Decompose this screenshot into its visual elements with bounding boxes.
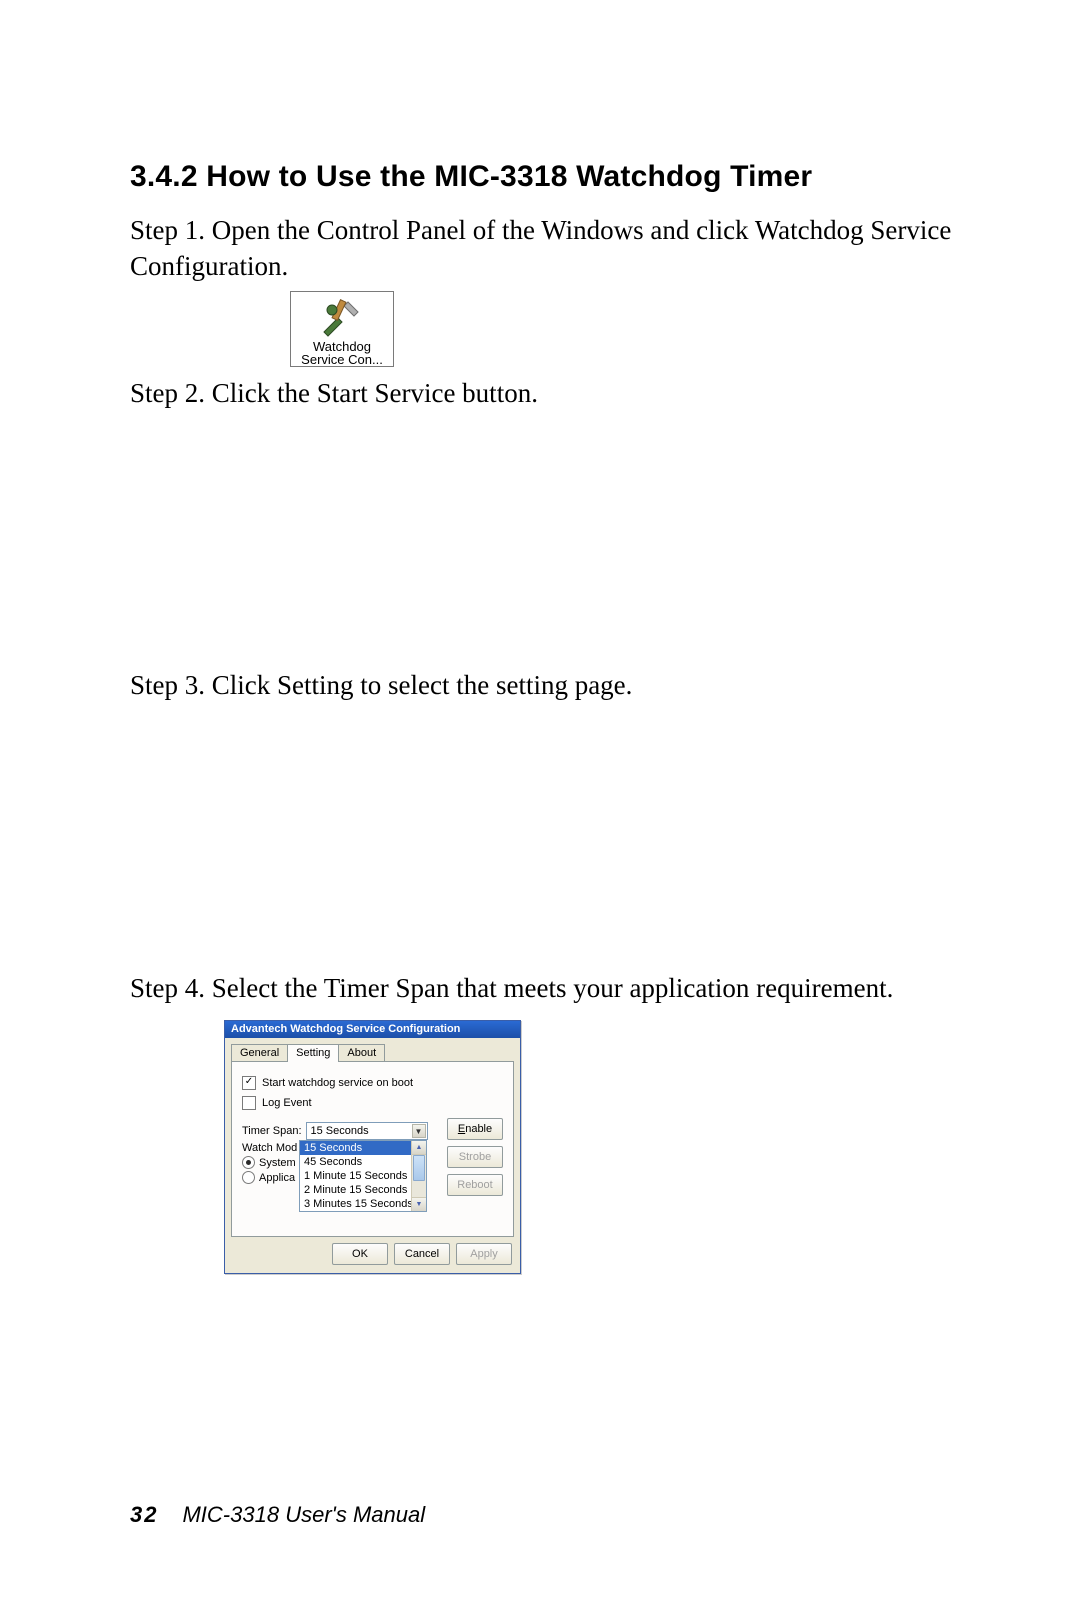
dialog-button-row: OK Cancel Apply [225,1243,520,1273]
manual-page: 3.4.2 How to Use the MIC-3318 Watchdog T… [0,0,1080,1618]
apply-button[interactable]: Apply [456,1243,512,1265]
dropdown-option[interactable]: 1 Minute 15 Seconds [300,1169,426,1183]
ok-button[interactable]: OK [332,1243,388,1265]
spacer [130,417,960,667]
watch-mode-system-radio[interactable] [242,1156,255,1169]
log-event-checkbox[interactable] [242,1096,256,1110]
timer-span-dropdown[interactable]: 15 Seconds 45 Seconds 1 Minute 15 Second… [299,1140,427,1212]
start-on-boot-label: Start watchdog service on boot [262,1077,413,1089]
footer-text: MIC-3318 User's Manual [182,1502,425,1528]
step-3-text: Step 3. Click Setting to select the sett… [130,667,960,703]
watchdog-config-dialog: Advantech Watchdog Service Configuration… [224,1020,521,1274]
tab-about[interactable]: About [338,1044,385,1061]
dropdown-option[interactable]: 2 Minute 15 Seconds [300,1183,426,1197]
section-heading: 3.4.2 How to Use the MIC-3318 Watchdog T… [130,160,960,194]
watchdog-service-icon-block[interactable]: Watchdog Service Con... [290,291,394,367]
scroll-up-icon[interactable]: ▲ [412,1141,426,1155]
timer-span-combo[interactable]: 15 Seconds ▼ [306,1122,428,1140]
dropdown-option[interactable]: 15 Seconds [300,1141,426,1155]
log-event-label: Log Event [262,1097,312,1109]
combo-selected-value: 15 Seconds [311,1125,369,1137]
strobe-button[interactable]: Strobe [447,1146,503,1168]
page-footer: 32 MIC-3318 User's Manual [130,1502,425,1528]
setting-panel: ✓ Start watchdog service on boot Log Eve… [231,1061,514,1237]
step-1-text: Step 1. Open the Control Panel of the Wi… [130,212,960,285]
side-buttons: Enable Strobe Reboot [447,1118,503,1196]
dropdown-scrollbar[interactable]: ▲ ▼ [411,1141,426,1211]
chevron-down-icon[interactable]: ▼ [412,1124,426,1138]
enable-button[interactable]: Enable [447,1118,503,1140]
step-2-text: Step 2. Click the Start Service button. [130,375,960,411]
watch-mode-group: Watch Mod System Applica [242,1142,297,1184]
dialog-title-bar: Advantech Watchdog Service Configuration [225,1021,520,1038]
icon-caption-line1: Watchdog [291,340,393,353]
watch-mode-application-label: Applica [259,1172,295,1184]
scroll-down-icon[interactable]: ▼ [412,1197,426,1211]
page-number: 32 [130,1502,158,1528]
dropdown-option[interactable]: 3 Minutes 15 Seconds [300,1197,426,1211]
watch-mode-system-label: System [259,1157,296,1169]
tab-strip: General Setting About [225,1038,520,1061]
spacer [130,710,960,970]
start-on-boot-checkbox[interactable]: ✓ [242,1076,256,1090]
timer-span-label: Timer Span: [242,1125,302,1137]
watch-mode-application-radio[interactable] [242,1171,255,1184]
tools-icon [318,296,366,338]
scroll-thumb[interactable] [413,1155,425,1181]
tab-setting[interactable]: Setting [287,1044,339,1062]
watch-mode-label: Watch Mod [242,1142,297,1154]
dropdown-option[interactable]: 45 Seconds [300,1155,426,1169]
step-4-text: Step 4. Select the Timer Span that meets… [130,970,960,1006]
tab-general[interactable]: General [231,1044,288,1061]
reboot-button[interactable]: Reboot [447,1174,503,1196]
icon-caption-line2: Service Con... [291,353,393,366]
cancel-button[interactable]: Cancel [394,1243,450,1265]
